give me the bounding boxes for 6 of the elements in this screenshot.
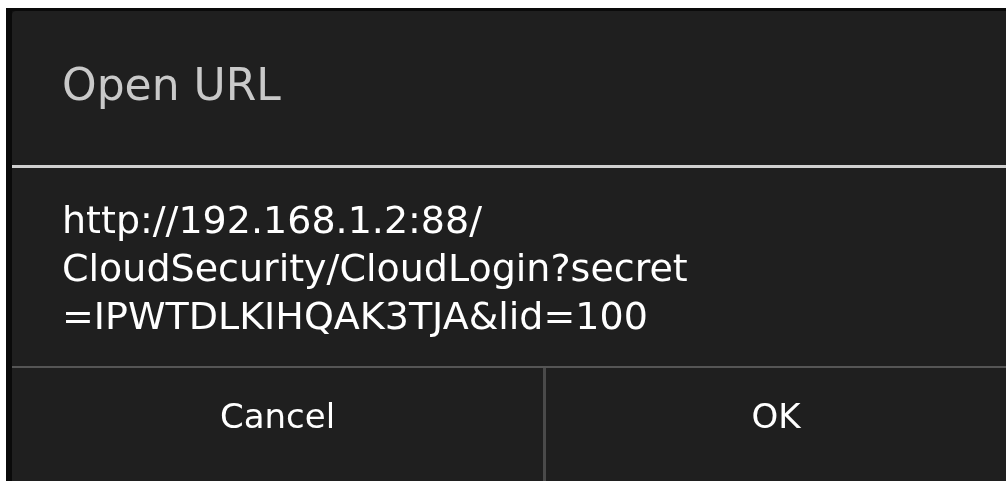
cancel-button[interactable]: Cancel — [12, 368, 543, 481]
ok-button[interactable]: OK — [543, 368, 1006, 481]
url-text: CloudSecurity/CloudLogin?secret — [62, 245, 689, 292]
url-text: =IPWTDLKIHQAK3TJA&lid=100 — [62, 293, 649, 340]
url-text: http://192.168.1.2:88/ — [62, 197, 484, 244]
dialog-title: Open URL — [62, 58, 281, 112]
